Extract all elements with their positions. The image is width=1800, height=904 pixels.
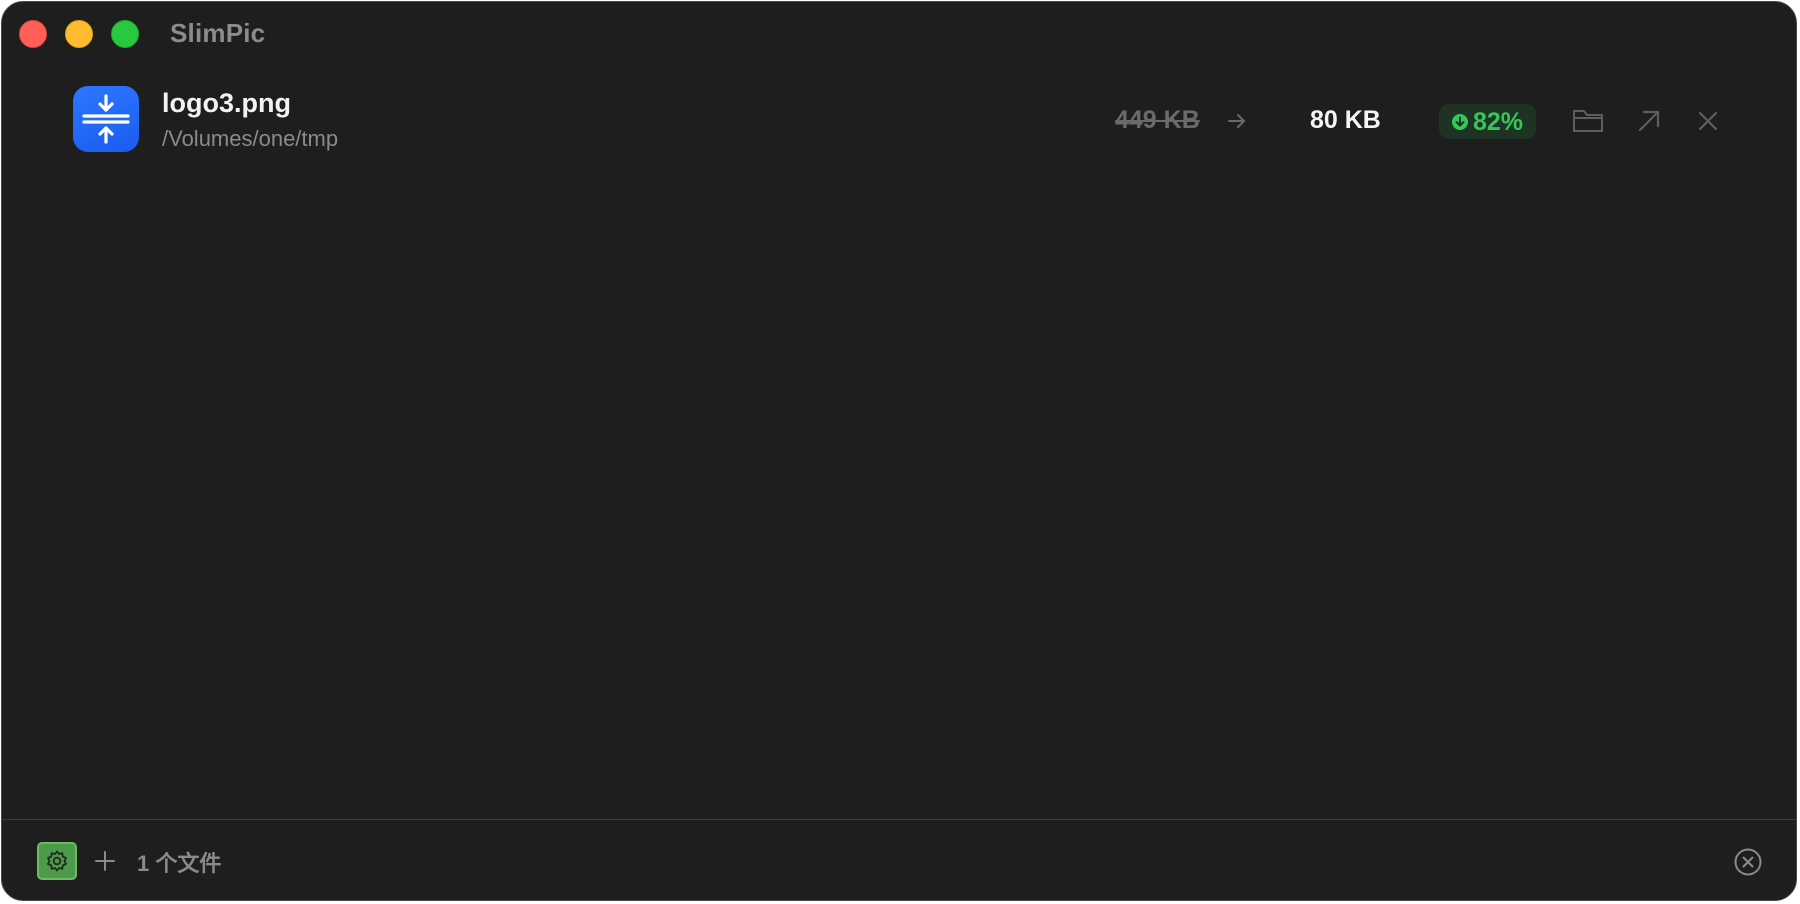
app-window: SlimPic logo3.png /Volumes/one/tmp 449 K… [1,1,1797,901]
gear-icon [47,850,67,872]
clear-all-button[interactable] [1733,847,1763,877]
window-title: SlimPic [170,18,266,48]
arrow-right-icon [1226,110,1248,132]
saving-percent: 82% [1473,108,1524,136]
settings-button[interactable] [37,842,77,880]
file-row[interactable]: logo3.png /Volumes/one/tmp 449 KB 80 KB … [2,82,1796,158]
plus-icon [95,851,115,871]
add-files-button[interactable] [92,848,118,874]
close-circle-icon [1734,848,1762,876]
arrow-up-right-icon [1638,110,1660,132]
saving-badge: 82% [1439,104,1536,139]
remove-file-button[interactable] [1691,104,1725,138]
file-name: logo3.png [162,88,291,118]
open-file-button[interactable] [1632,104,1666,138]
compressed-size: 80 KB [1310,106,1381,134]
file-path: /Volumes/one/tmp [162,126,339,151]
minimize-window-button[interactable] [65,20,93,48]
file-count: 1 个文件 [137,851,222,876]
zoom-window-button[interactable] [111,20,139,48]
compress-icon [73,86,139,152]
show-in-folder-button[interactable] [1571,104,1605,138]
close-icon [1698,111,1718,131]
title-bar[interactable]: SlimPic [2,2,1796,66]
folder-icon [1573,110,1603,132]
original-size: 449 KB [1115,106,1200,134]
arrow-down-circle-icon [1452,114,1468,130]
footer-bar: 1 个文件 [2,819,1796,900]
close-window-button[interactable] [19,20,47,48]
